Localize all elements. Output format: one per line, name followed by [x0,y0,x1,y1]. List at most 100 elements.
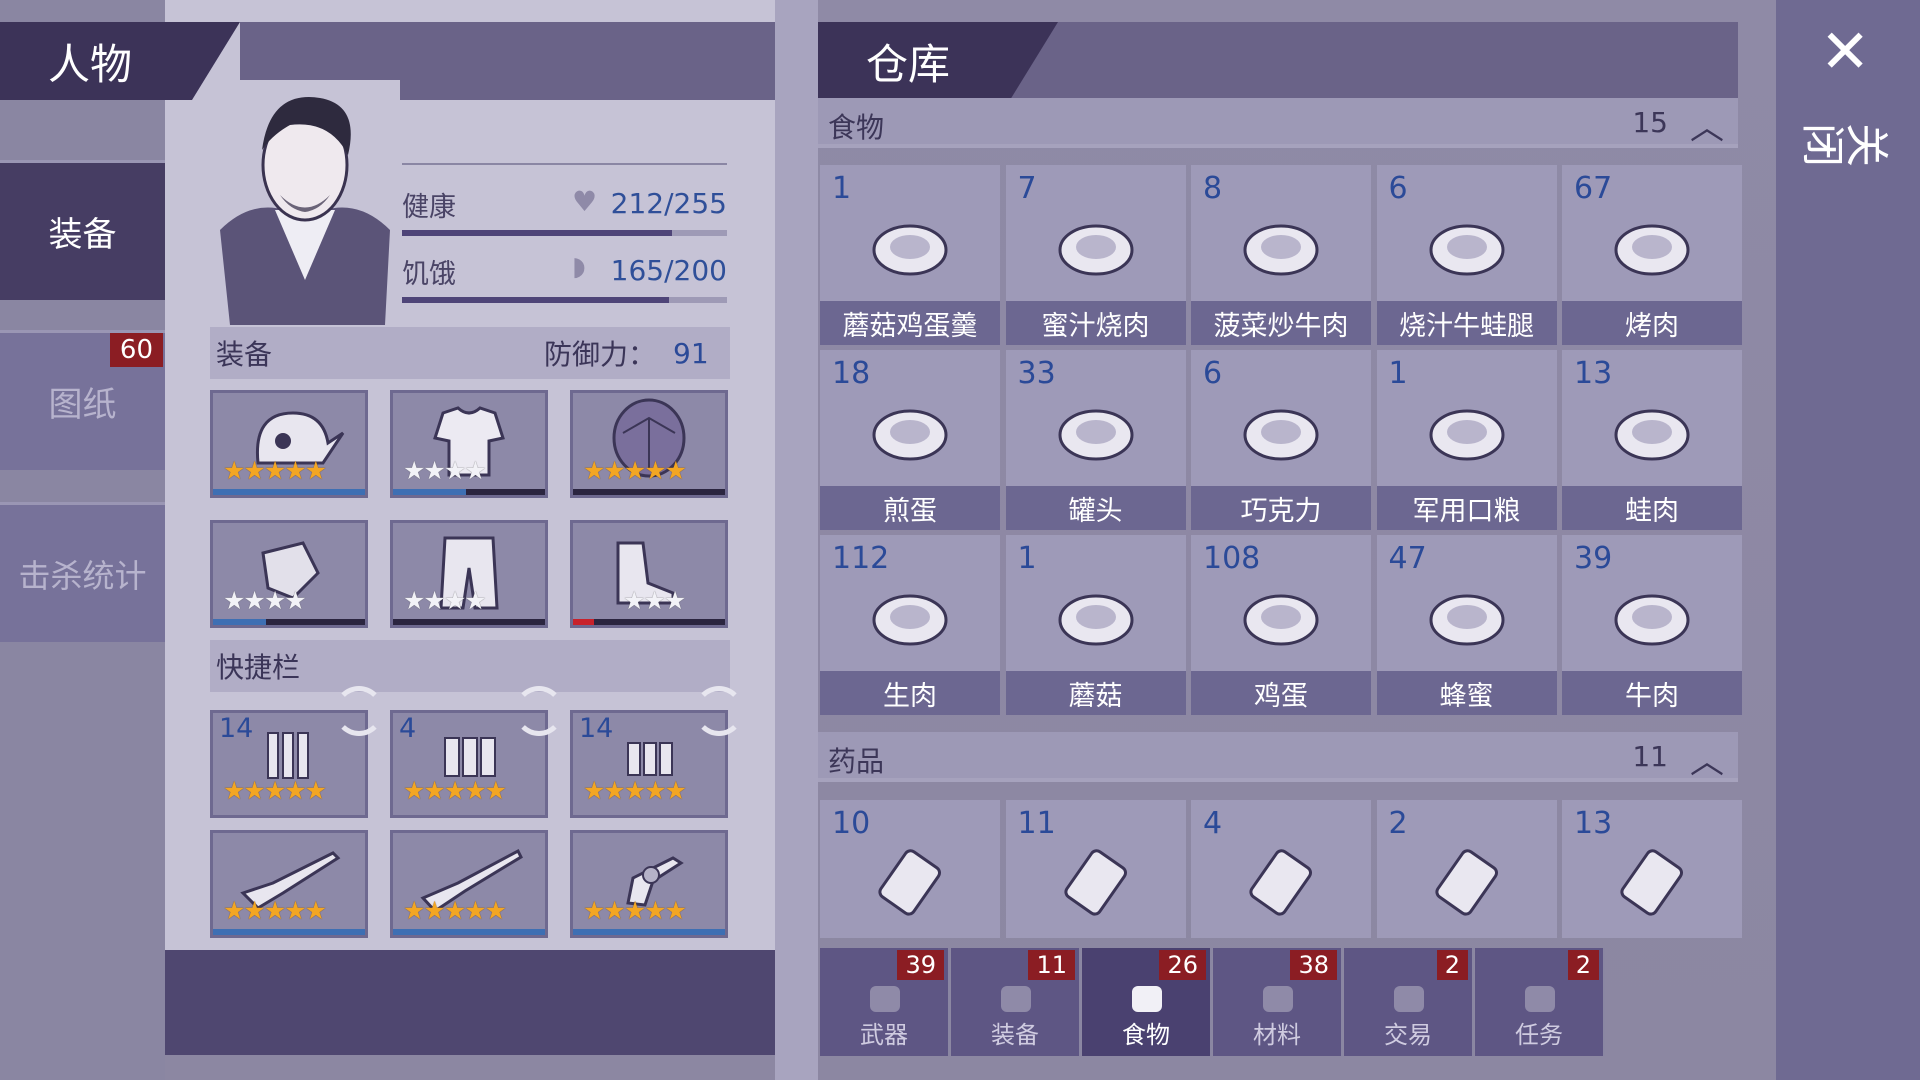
close-label[interactable]: 关闭 [1802,115,1890,172]
category-tab[interactable]: 2 任务 [1475,948,1605,1056]
medicine-item[interactable]: 2 [1376,800,1557,938]
medicine-item[interactable]: 13 [1562,800,1742,938]
item-name: 烧汁牛蛙腿 [1376,301,1557,345]
item-name: 蘑菇鸡蛋羹 [820,301,1000,345]
category-tab[interactable]: 39 武器 [820,948,950,1056]
quickbar-title: 快捷栏 [216,651,301,684]
swap-icon[interactable] [694,686,744,736]
spray-bottle-icon [1620,849,1684,916]
item-name: 菠菜炒牛肉 [1191,301,1371,345]
tab-label: 食物 [1122,1021,1170,1049]
food-item[interactable]: 47 蜂蜜 [1376,535,1557,715]
swap-icon[interactable] [514,686,564,736]
item-count: 33 [1017,356,1056,391]
item-count: 6 [1388,171,1408,206]
tab-count-badge: 2 [1567,950,1599,980]
tab-label: 材料 [1253,1021,1301,1049]
item-count: 112 [832,541,890,576]
quickbar-weapon-slot[interactable]: ★★★★★ [390,830,548,938]
rating-stars: ★★★ [623,586,686,615]
tab-count-badge: 26 [1159,950,1206,980]
tab-count-badge: 38 [1290,950,1337,980]
item-count: 47 [1388,541,1427,576]
equip-slot-pants[interactable]: ★★★★ [390,520,548,628]
equip-slot-shirt[interactable]: ★★★★ [390,390,548,498]
wood-icon [1263,986,1293,1012]
quickbar-weapon-slot[interactable]: ★★★★★ [570,830,728,938]
food-item[interactable]: 18 煎蛋 [820,350,1000,530]
tab-count-badge: 2 [1436,950,1468,980]
food-item[interactable]: 112 生肉 [820,535,1000,715]
stomach-icon: ◗ [572,252,586,282]
pot-icon [872,224,948,276]
roast-icon [1058,224,1133,276]
close-icon[interactable]: ✕ [1820,22,1870,82]
hunger-value: 165/200 [610,254,727,287]
food-item[interactable]: 13 蛙肉 [1562,350,1742,530]
chevron-up-icon[interactable]: ︿ [1690,734,1724,783]
equip-slot-boots[interactable]: ★★★ [570,520,728,628]
food-item[interactable]: 1 蘑菇 [1005,535,1186,715]
meat-icon [1132,986,1162,1012]
side-tab-label: 装备 [48,215,117,255]
food-item[interactable]: 6 烧汁牛蛙腿 [1376,165,1557,345]
food-item[interactable]: 1 军用口粮 [1376,350,1557,530]
key-icon [1525,986,1555,1012]
hunger-label: 饥饿 [402,259,456,290]
food-category-header[interactable]: 食物 15 ︿ [818,98,1738,148]
food-item[interactable]: 8 菠菜炒牛肉 [1191,165,1371,345]
shirt-icon [1001,986,1031,1012]
item-name: 牛肉 [1562,671,1742,715]
item-count: 2 [1388,806,1408,841]
item-name: 鸡蛋 [1191,671,1371,715]
quickbar-weapon-slot[interactable]: ★★★★★ [210,830,368,938]
side-tab-equipment[interactable]: 装备 [0,160,165,300]
medicine-item[interactable]: 11 [1005,800,1186,938]
medkit-icon [1249,849,1313,916]
medicine-category-header[interactable]: 药品 11 ︿ [818,732,1738,782]
side-tab-label: 图纸 [48,385,117,425]
heart-icon: ♥ [572,185,598,218]
category-tab[interactable]: 2 交易 [1344,948,1474,1056]
food-item[interactable]: 39 牛肉 [1562,535,1742,715]
category-tab[interactable]: 26 食物 [1082,948,1212,1056]
item-count: 67 [1574,171,1613,206]
rating-stars: ★★★★★ [403,776,507,805]
rating-stars: ★★★★ [403,586,487,615]
chocolate-icon [1243,409,1319,461]
grilled-meat-icon [1614,224,1690,276]
item-count: 108 [1203,541,1261,576]
swap-icon[interactable] [334,686,384,736]
defense-value: 91 [673,336,709,370]
equip-slot-helmet[interactable]: ★★★★★ [210,390,368,498]
food-item[interactable]: 33 罐头 [1005,350,1186,530]
vial-icon [1434,849,1498,916]
blueprint-count-badge: 60 [109,333,163,367]
side-tab-blueprints[interactable]: 60 图纸 [0,330,165,470]
side-tab-kill-stats[interactable]: 击杀统计 [0,502,165,642]
item-count: 4 [1203,806,1223,841]
honeycomb-icon [1429,594,1504,646]
medicine-item[interactable]: 4 [1191,800,1371,938]
tab-count-badge: 39 [897,950,944,980]
category-tab[interactable]: 38 材料 [1213,948,1343,1056]
equip-slot-armor[interactable]: ★★★★★ [570,390,728,498]
food-item[interactable]: 7 蜜汁烧肉 [1005,165,1186,345]
medicine-item[interactable]: 10 [820,800,1000,938]
item-count: 11 [1017,806,1056,841]
rating-stars: ★★★★★ [223,896,327,925]
food-item[interactable]: 6 巧克力 [1191,350,1371,530]
food-item[interactable]: 108 鸡蛋 [1191,535,1371,715]
item-count: 7 [1017,171,1037,206]
food-item[interactable]: 1 蘑菇鸡蛋羹 [820,165,1000,345]
food-category-title: 食物 [828,111,885,144]
item-name: 罐头 [1005,486,1186,530]
chevron-up-icon[interactable]: ︿ [1690,100,1724,149]
item-name: 蜂蜜 [1376,671,1557,715]
food-item[interactable]: 67 烤肉 [1562,165,1742,345]
category-tab[interactable]: 11 装备 [951,948,1081,1056]
ration-icon [1429,409,1504,461]
equip-slot-gloves[interactable]: ★★★★ [210,520,368,628]
equipment-title: 装备 [216,338,273,371]
item-count: 10 [832,806,871,841]
